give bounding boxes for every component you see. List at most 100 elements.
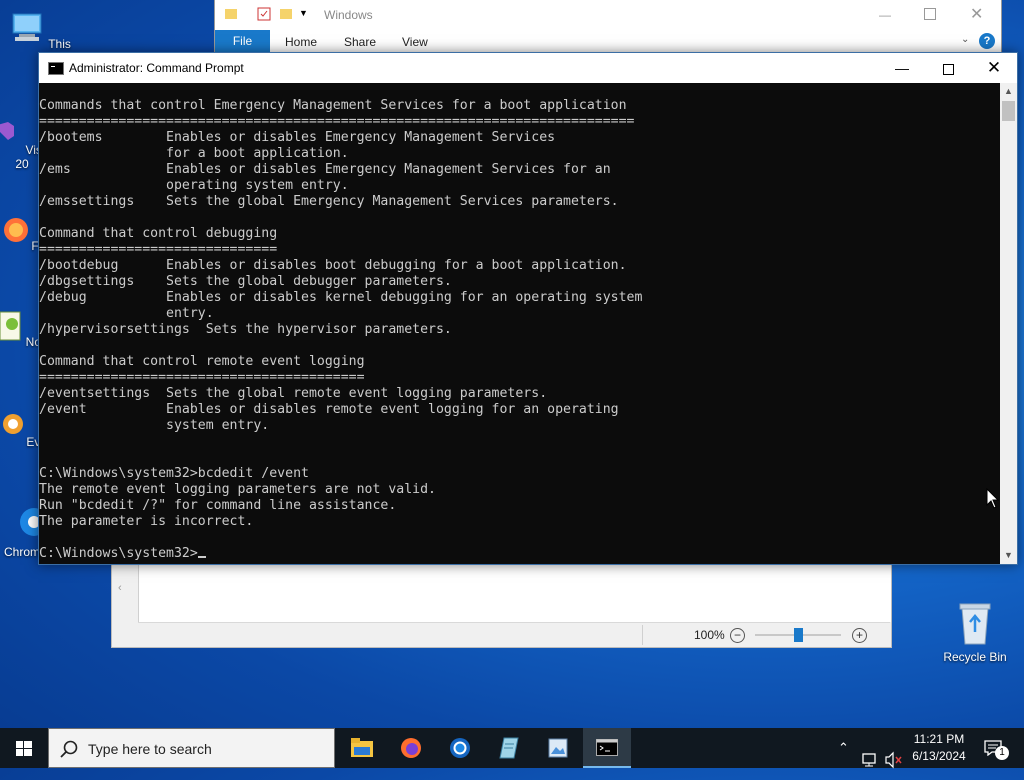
console-line: /event Enables or disables remote event …	[39, 402, 619, 417]
computer-icon	[12, 13, 42, 41]
chrome-icon	[450, 738, 470, 758]
taskbar-notepad[interactable]	[485, 728, 533, 768]
console-line: Command that control debugging	[39, 226, 278, 241]
maximize-icon	[942, 63, 954, 75]
chrome-icon	[20, 508, 48, 536]
explorer-ribbon	[215, 30, 1001, 53]
notepad-icon	[499, 737, 519, 759]
console-line: Run "bcdedit /?" for command line assist…	[39, 498, 397, 513]
folder-icon	[225, 9, 237, 19]
console-line: ========================================…	[39, 114, 635, 129]
zoom-in-icon[interactable]: +	[852, 628, 867, 643]
minimize-icon[interactable]: —	[879, 0, 891, 30]
scroll-thumb[interactable]	[1002, 101, 1015, 121]
quick-access-dropdown-icon[interactable]: ▼	[299, 8, 308, 18]
taskbar: Type here to search ⌃ 11:21 PM 6/13/2024…	[0, 728, 1024, 769]
search-icon	[60, 740, 78, 758]
console-line: /debug Enables or disables kernel debugg…	[39, 290, 643, 305]
console-line: /eventsettings Sets the global remote ev…	[39, 386, 548, 401]
taskbar-file-explorer[interactable]	[338, 728, 386, 768]
network-icon[interactable]	[862, 740, 880, 780]
mouse-pointer-icon	[986, 488, 1000, 509]
console-line: for a boot application.	[39, 146, 349, 161]
tab-view[interactable]: View	[402, 30, 428, 53]
vertical-scrollbar[interactable]: ▲ ▼	[1000, 83, 1017, 564]
status-bar: 100% − +	[138, 622, 890, 647]
console-line: system entry.	[39, 418, 270, 433]
cmd-window-title: Administrator: Command Prompt	[69, 61, 244, 75]
notepad-icon	[0, 311, 21, 341]
desktop-icon-label: Chrom	[3, 545, 40, 559]
tab-home[interactable]: Home	[285, 30, 317, 53]
console-line: operating system entry.	[39, 178, 349, 193]
maximize-icon[interactable]	[924, 8, 936, 20]
search-placeholder: Type here to search	[88, 741, 212, 757]
windows-logo-icon	[16, 741, 32, 756]
zoom-level: 100%	[694, 628, 725, 642]
console-line: The remote event logging parameters are …	[39, 482, 436, 497]
cmd-titlebar[interactable]: Administrator: Command Prompt — ✕	[39, 53, 1017, 83]
minimize-button[interactable]: —	[879, 53, 925, 83]
console-line: The parameter is incorrect.	[39, 514, 254, 529]
tab-file[interactable]: File	[215, 30, 270, 53]
command-prompt-icon	[596, 739, 618, 756]
volume-muted-icon[interactable]	[884, 740, 904, 780]
taskbar-firefox[interactable]	[387, 728, 435, 768]
console-prompt: C:\Windows\system32>	[39, 546, 198, 561]
text-cursor	[197, 556, 206, 558]
help-icon[interactable]: ?	[979, 33, 995, 49]
start-button[interactable]	[0, 728, 48, 768]
console-line: /emssettings Sets the global Emergency M…	[39, 194, 619, 209]
console-line: Commands that control Emergency Manageme…	[39, 98, 627, 113]
desktop-icon-this-pc[interactable]: This	[4, 10, 76, 51]
console-line: /ems Enables or disables Emergency Manag…	[39, 162, 611, 177]
scroll-up-icon[interactable]: ▲	[1000, 83, 1017, 100]
file-explorer-icon	[351, 738, 373, 757]
console-line: /bootdebug Enables or disables boot debu…	[39, 258, 627, 273]
recycle-bin-label: Recycle Bin	[943, 650, 1007, 664]
console-line: Command that control remote event loggin…	[39, 354, 365, 369]
maximize-button[interactable]	[925, 53, 971, 83]
system-clock[interactable]: 11:21 PM 6/13/2024	[902, 731, 976, 765]
taskbar-paint[interactable]	[534, 728, 582, 768]
clock-time: 11:21 PM	[913, 732, 965, 746]
close-button[interactable]: ✕	[971, 53, 1017, 83]
console-output[interactable]: Commands that control Emergency Manageme…	[39, 83, 999, 579]
console-prompt-line[interactable]: C:\Windows\system32>	[39, 546, 999, 562]
properties-icon[interactable]	[257, 7, 271, 21]
firefox-icon	[3, 218, 28, 242]
ribbon-expand-icon[interactable]: ⌄	[961, 34, 969, 45]
console-line: ========================================…	[39, 370, 365, 385]
taskbar-command-prompt[interactable]	[583, 728, 631, 768]
taskbar-search-box[interactable]: Type here to search	[48, 728, 335, 768]
close-icon[interactable]: ✕	[970, 0, 983, 30]
zoom-slider-thumb[interactable]	[794, 628, 803, 642]
console-line: entry.	[39, 306, 214, 321]
status-divider	[642, 625, 643, 645]
console-line: /dbgsettings Sets the global debugger pa…	[39, 274, 452, 289]
scroll-down-icon[interactable]: ▼	[1000, 547, 1017, 564]
tray-chevron-up-icon[interactable]: ⌃	[838, 728, 849, 768]
cmd-app-icon	[48, 62, 64, 75]
taskbar-chrome[interactable]	[436, 728, 484, 768]
command-prompt-window[interactable]: Administrator: Command Prompt — ✕ Comman…	[38, 52, 1018, 565]
notification-center-button[interactable]: 1	[978, 728, 1024, 768]
console-line: ==============================	[39, 242, 278, 257]
clock-date: 6/13/2024	[912, 749, 966, 763]
everything-search-icon	[2, 414, 23, 434]
desktop-icon-label: This	[48, 37, 71, 51]
console-line: /bootems Enables or disables Emergency M…	[39, 130, 556, 145]
desktop-icon-recycle-bin[interactable]: Recycle Bin	[938, 600, 1012, 664]
file-explorer-window: ▼ Windows — ✕ File Home Share View ⌄ ?	[214, 0, 1002, 54]
notification-count-badge: 1	[995, 746, 1009, 760]
new-folder-icon[interactable]	[279, 7, 293, 21]
scroll-left-icon[interactable]: ‹	[118, 582, 122, 594]
tab-share[interactable]: Share	[344, 30, 376, 53]
console-line: C:\Windows\system32>bcdedit /event	[39, 466, 309, 481]
zoom-out-icon[interactable]: −	[730, 628, 745, 643]
